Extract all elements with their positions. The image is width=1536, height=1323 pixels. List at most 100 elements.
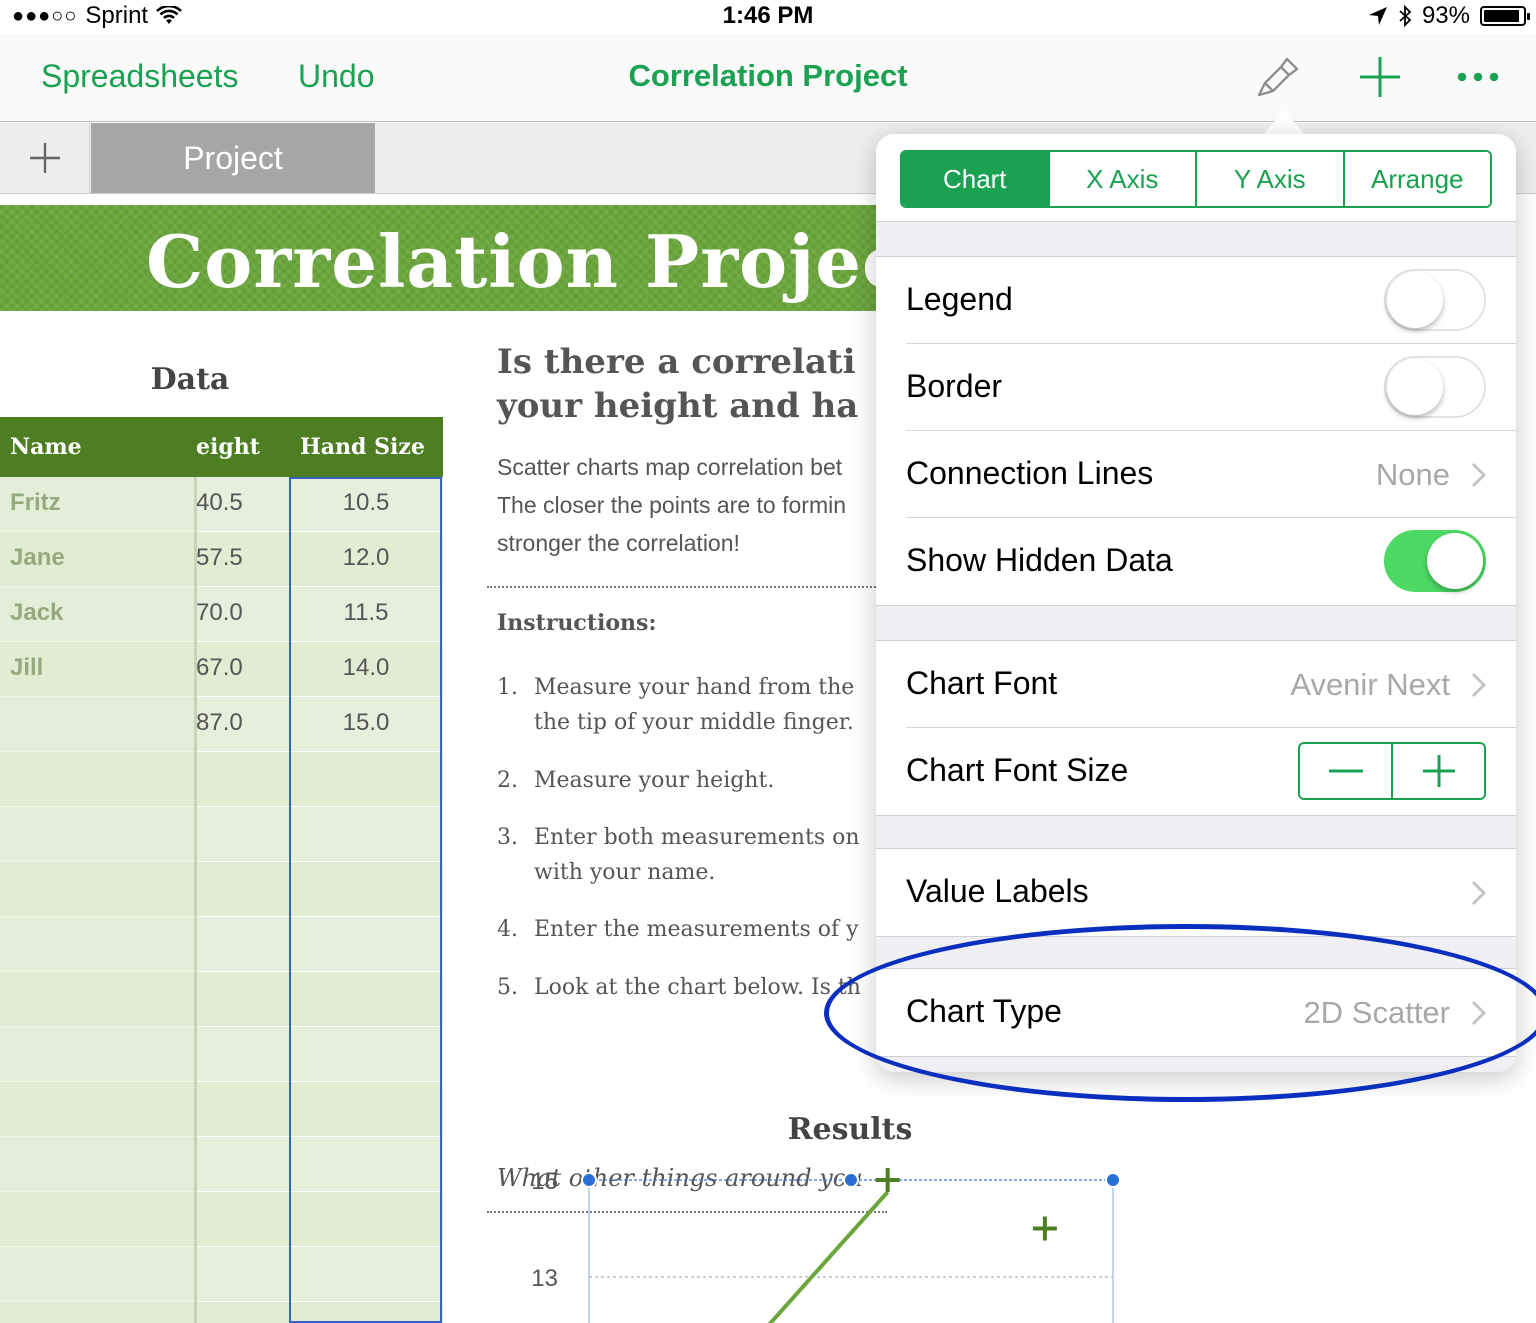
header-name[interactable]: Name [10, 434, 82, 460]
popover-header: Chart X Axis Y Axis Arrange [876, 134, 1516, 222]
location-arrow-icon [1368, 7, 1387, 25]
intro-line: The closer the points are to formin [497, 492, 846, 518]
battery-fill [1484, 10, 1520, 22]
cell-height[interactable]: 67.0 [196, 654, 243, 682]
format-brush-icon[interactable] [1254, 52, 1304, 102]
cell-height[interactable]: 87.0 [196, 709, 243, 737]
step-number: 2. [497, 768, 518, 793]
toggle-knob [1387, 272, 1443, 328]
data-point [875, 1168, 900, 1192]
chart-font-row[interactable]: Chart Font Avenir Next [906, 641, 1516, 728]
value-labels-group: Value Labels [876, 848, 1516, 937]
question-heading: Is there a correlati your height and ha [497, 340, 858, 428]
border-row[interactable]: Border [906, 344, 1516, 431]
decrease-font-size-button[interactable] [1300, 744, 1393, 798]
chart-type-row[interactable]: Chart Type 2D Scatter [906, 969, 1516, 1056]
navigation-bar: Spreadsheets Undo Correlation Project [0, 34, 1536, 122]
step-text: Enter both measurements on with your name… [534, 820, 860, 890]
dotted-divider [487, 586, 887, 588]
increase-font-size-button[interactable] [1393, 744, 1484, 798]
more-options-icon[interactable] [1453, 52, 1503, 102]
trendline [767, 1190, 890, 1323]
chevron-right-icon [1471, 1000, 1487, 1026]
battery-icon [1480, 6, 1530, 26]
step-number: 5. [497, 975, 518, 1000]
y-tick-label: 13 [531, 1265, 558, 1292]
intro-line: stronger the correlation! [497, 530, 740, 556]
header-hand-size[interactable]: Hand Size [300, 434, 425, 460]
step-text: Enter the measurements of y [534, 912, 859, 947]
chart-type-label: Chart Type [906, 993, 1062, 1029]
chart-format-popover: Chart X Axis Y Axis Arrange Legend Borde… [876, 134, 1516, 1072]
format-tab-control: Chart X Axis Y Axis Arrange [900, 150, 1492, 208]
plus-icon [29, 143, 60, 173]
value-labels-row[interactable]: Value Labels [906, 849, 1516, 936]
bluetooth-icon [1399, 5, 1412, 27]
question-line-1: Is there a correlati [497, 342, 856, 382]
document-title: Correlation Project [628, 58, 908, 93]
connection-lines-row[interactable]: Connection Lines None [906, 431, 1516, 518]
show-hidden-data-toggle[interactable] [1384, 530, 1486, 592]
step-number: 1. [497, 675, 518, 700]
frozen-name-column [0, 477, 197, 1323]
selection-handle [581, 1172, 597, 1188]
cell-height[interactable]: 40.5 [196, 489, 243, 517]
banner-title: Correlation Project [146, 219, 942, 304]
font-size-stepper [1298, 742, 1486, 800]
chevron-right-icon [1471, 672, 1487, 698]
add-plus-icon[interactable] [1355, 52, 1405, 102]
border-label: Border [906, 368, 1003, 404]
toggle-knob [1427, 533, 1483, 589]
step-line: Look at the chart below. Is th [534, 975, 861, 1000]
font-options-group: Chart Font Avenir Next Chart Font Size [876, 640, 1516, 816]
chart-font-value: Avenir Next [1290, 667, 1450, 702]
chart-type-value: 2D Scatter [1303, 995, 1450, 1030]
plus-icon [1422, 755, 1455, 787]
display-options-group: Legend Border Connection Lines None Show… [876, 256, 1516, 606]
header-height[interactable]: eight [196, 434, 260, 460]
status-bar: ●●●○○ Sprint 1:46 PM 93% [0, 0, 1536, 34]
table-header: Name eight Hand Size [0, 417, 443, 477]
legend-toggle[interactable] [1384, 269, 1486, 331]
status-right: 93% [1368, 2, 1530, 30]
tab-chart[interactable]: Chart [902, 152, 1050, 206]
popover-arrow [1262, 110, 1306, 136]
chart-type-group: Chart Type 2D Scatter [876, 968, 1516, 1057]
cell-height[interactable]: 70.0 [196, 599, 243, 627]
sheet-tab-project[interactable]: Project [91, 123, 375, 193]
selection-handle [1105, 1172, 1121, 1188]
chart-font-size-row: Chart Font Size [906, 728, 1516, 815]
step-text: Measure your height. [534, 763, 774, 798]
tab-x-axis[interactable]: X Axis [1049, 152, 1197, 206]
connection-lines-value: None [1375, 457, 1450, 492]
step-line: the tip of your middle finger. [534, 710, 854, 735]
step-text: Look at the chart below. Is th [534, 970, 861, 1005]
selection-handle [843, 1172, 859, 1188]
minus-icon [1328, 769, 1363, 773]
step-number: 4. [497, 917, 518, 942]
step-line: Enter the measurements of y [534, 917, 859, 942]
value-labels-label: Value Labels [906, 873, 1089, 909]
data-heading: Data [150, 362, 230, 397]
show-hidden-data-row[interactable]: Show Hidden Data [906, 518, 1516, 605]
cell-height[interactable]: 57.5 [196, 544, 243, 572]
results-scatter-chart[interactable]: 1513 [500, 1144, 1140, 1323]
results-heading: Results [787, 1112, 913, 1147]
chevron-right-icon [1471, 462, 1487, 488]
intro-paragraph: Scatter charts map correlation bet The c… [497, 448, 846, 562]
toggle-knob [1387, 359, 1443, 415]
border-toggle[interactable] [1384, 356, 1486, 418]
chart-font-label: Chart Font [906, 665, 1058, 701]
title-banner: Correlation Project [0, 205, 940, 311]
chevron-right-icon [1471, 880, 1487, 906]
data-table[interactable]: Name eight Hand Size Fritz40.510.5Jane57… [0, 417, 443, 1323]
chart-font-size-label: Chart Font Size [906, 752, 1129, 788]
y-tick-label: 15 [531, 1168, 558, 1195]
add-sheet-button[interactable] [0, 123, 90, 193]
data-point [1032, 1216, 1057, 1241]
legend-row[interactable]: Legend [906, 257, 1516, 344]
tab-y-axis[interactable]: Y Axis [1197, 152, 1345, 206]
selected-column-highlight [289, 477, 442, 1323]
battery-percent: 93% [1421, 2, 1470, 29]
tab-arrange[interactable]: Arrange [1344, 152, 1490, 206]
